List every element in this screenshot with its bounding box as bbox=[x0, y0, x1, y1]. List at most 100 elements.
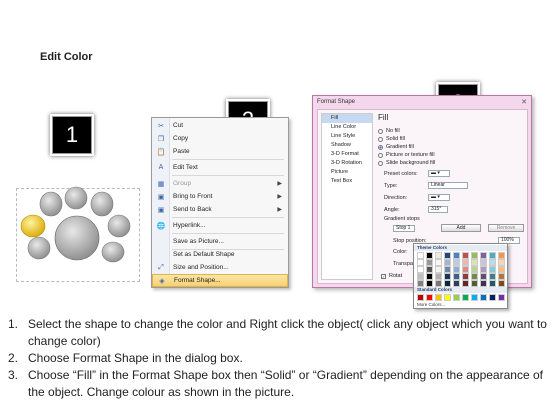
preset-colors-dropdown[interactable]: ▬ ▾ bbox=[428, 170, 450, 177]
color-swatch[interactable] bbox=[417, 252, 424, 259]
category-3d-format[interactable]: 3-D Format bbox=[322, 150, 372, 159]
color-swatch[interactable] bbox=[435, 252, 442, 259]
color-swatch[interactable] bbox=[444, 273, 451, 280]
color-swatch[interactable] bbox=[426, 252, 433, 259]
angle-input[interactable]: 315° bbox=[428, 206, 448, 213]
category-text-box[interactable]: Text Box bbox=[322, 177, 372, 186]
menu-item-cut[interactable]: ✂ Cut bbox=[152, 119, 288, 132]
color-swatch[interactable] bbox=[462, 280, 469, 287]
menu-item-group[interactable]: ▦ Group ▶ bbox=[152, 177, 288, 190]
color-swatch[interactable] bbox=[471, 252, 478, 259]
remove-button[interactable]: Remove bbox=[488, 224, 524, 232]
category-line-style[interactable]: Line Style bbox=[322, 132, 372, 141]
close-icon[interactable]: ✕ bbox=[521, 98, 527, 106]
color-swatch[interactable] bbox=[453, 273, 460, 280]
category-picture[interactable]: Picture bbox=[322, 168, 372, 177]
color-swatch[interactable] bbox=[444, 259, 451, 266]
rotate-checkbox[interactable]: ✓ Rotat bbox=[381, 272, 402, 280]
standard-color-swatch[interactable] bbox=[498, 294, 505, 301]
menu-item-save-as-picture[interactable]: Save as Picture... bbox=[152, 235, 288, 248]
petal-diagram[interactable] bbox=[15, 182, 145, 282]
color-swatch[interactable] bbox=[426, 266, 433, 273]
color-swatch[interactable] bbox=[453, 266, 460, 273]
color-swatch[interactable] bbox=[498, 252, 505, 259]
petal-right[interactable] bbox=[107, 214, 131, 238]
color-swatch[interactable] bbox=[480, 280, 487, 287]
color-swatch[interactable] bbox=[480, 273, 487, 280]
petal-top-right[interactable] bbox=[90, 191, 114, 217]
category-line-color[interactable]: Line Color bbox=[322, 123, 372, 132]
menu-item-format-shape[interactable]: ◈ Format Shape... bbox=[152, 274, 288, 287]
stop-dropdown[interactable]: Stop 1 bbox=[393, 225, 415, 232]
color-swatch[interactable] bbox=[426, 259, 433, 266]
color-swatch[interactable] bbox=[498, 266, 505, 273]
menu-item-hyperlink[interactable]: 🌐 Hyperlink... bbox=[152, 219, 288, 232]
color-swatch[interactable] bbox=[480, 252, 487, 259]
color-swatch[interactable] bbox=[444, 252, 451, 259]
menu-item-size-position[interactable]: ⤢ Size and Position... bbox=[152, 261, 288, 274]
standard-color-swatch[interactable] bbox=[489, 294, 496, 301]
color-swatch[interactable] bbox=[453, 259, 460, 266]
type-dropdown[interactable]: Linear bbox=[428, 182, 468, 189]
color-swatch[interactable] bbox=[453, 252, 460, 259]
category-shadow[interactable]: Shadow bbox=[322, 141, 372, 150]
color-swatch[interactable] bbox=[498, 273, 505, 280]
more-colors-link[interactable]: More Colors... bbox=[417, 302, 445, 307]
color-swatch[interactable] bbox=[489, 252, 496, 259]
menu-item-send-to-back[interactable]: ▣ Send to Back ▶ bbox=[152, 203, 288, 216]
color-swatch[interactable] bbox=[417, 259, 424, 266]
category-fill[interactable]: Fill bbox=[322, 114, 372, 123]
fill-option-slide-bg[interactable]: Slide background fill bbox=[378, 159, 435, 167]
color-swatch[interactable] bbox=[417, 280, 424, 287]
color-swatch[interactable] bbox=[489, 266, 496, 273]
menu-item-bring-to-front[interactable]: ▣ Bring to Front ▶ bbox=[152, 190, 288, 203]
menu-item-set-default-shape[interactable]: Set as Default Shape bbox=[152, 248, 288, 261]
color-swatch[interactable] bbox=[444, 280, 451, 287]
color-swatch[interactable] bbox=[426, 280, 433, 287]
category-3d-rotation[interactable]: 3-D Rotation bbox=[322, 159, 372, 168]
standard-color-swatch[interactable] bbox=[426, 294, 433, 301]
petal-bottom-right[interactable] bbox=[101, 241, 125, 263]
fill-option-solid[interactable]: Solid fill bbox=[378, 135, 405, 143]
color-swatch[interactable] bbox=[498, 259, 505, 266]
standard-color-swatch[interactable] bbox=[417, 294, 424, 301]
color-swatch[interactable] bbox=[480, 266, 487, 273]
menu-item-edit-text[interactable]: A Edit Text bbox=[152, 161, 288, 174]
color-swatch[interactable] bbox=[462, 252, 469, 259]
color-swatch[interactable] bbox=[489, 273, 496, 280]
color-swatch[interactable] bbox=[435, 273, 442, 280]
color-swatch[interactable] bbox=[417, 266, 424, 273]
color-swatch[interactable] bbox=[462, 266, 469, 273]
color-swatch[interactable] bbox=[435, 259, 442, 266]
direction-dropdown[interactable]: ▬ ▾ bbox=[428, 194, 450, 201]
color-swatch[interactable] bbox=[471, 266, 478, 273]
color-swatch[interactable] bbox=[435, 266, 442, 273]
petal-top-center[interactable] bbox=[64, 186, 88, 210]
petal-top-left[interactable] bbox=[39, 191, 63, 217]
standard-color-swatch[interactable] bbox=[480, 294, 487, 301]
standard-color-swatch[interactable] bbox=[444, 294, 451, 301]
standard-color-swatch[interactable] bbox=[462, 294, 469, 301]
color-swatch[interactable] bbox=[489, 280, 496, 287]
fill-option-picture[interactable]: Picture or texture fill bbox=[378, 151, 435, 159]
menu-item-copy[interactable]: ❐ Copy bbox=[152, 132, 288, 145]
standard-color-swatch[interactable] bbox=[435, 294, 442, 301]
add-button[interactable]: Add bbox=[441, 224, 481, 232]
standard-color-swatch[interactable] bbox=[453, 294, 460, 301]
standard-color-swatch[interactable] bbox=[471, 294, 478, 301]
color-swatch[interactable] bbox=[453, 280, 460, 287]
menu-item-paste[interactable]: 📋 Paste bbox=[152, 145, 288, 158]
color-swatch[interactable] bbox=[471, 280, 478, 287]
color-swatch[interactable] bbox=[417, 273, 424, 280]
color-swatch[interactable] bbox=[462, 273, 469, 280]
color-swatch[interactable] bbox=[471, 273, 478, 280]
center-circle[interactable] bbox=[54, 215, 100, 261]
color-swatch[interactable] bbox=[426, 273, 433, 280]
color-swatch[interactable] bbox=[462, 259, 469, 266]
color-swatch[interactable] bbox=[444, 266, 451, 273]
color-swatch[interactable] bbox=[480, 259, 487, 266]
color-swatch[interactable] bbox=[471, 259, 478, 266]
color-swatch[interactable] bbox=[489, 259, 496, 266]
fill-option-gradient[interactable]: Gradient fill bbox=[378, 143, 414, 151]
fill-option-no-fill[interactable]: No fill bbox=[378, 127, 400, 135]
